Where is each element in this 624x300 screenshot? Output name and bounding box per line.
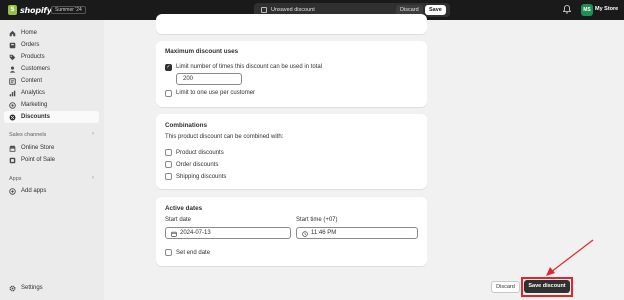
- sidebar-item-discounts[interactable]: Discounts: [4, 111, 99, 123]
- sidebar-item-label: Content: [21, 78, 43, 84]
- top-save-button[interactable]: Save: [425, 5, 446, 15]
- store-icon: [9, 145, 16, 152]
- sidebar-item-content[interactable]: Content: [4, 75, 99, 87]
- sidebar-item-marketing[interactable]: Marketing: [4, 99, 99, 111]
- sidebar-item-orders[interactable]: Orders: [4, 39, 99, 51]
- notification-bell-icon[interactable]: [563, 5, 571, 14]
- combinations-description: This product discount can be combined wi…: [165, 134, 284, 140]
- shipping-discounts-checkbox[interactable]: [165, 173, 172, 180]
- sidebar-item-label: Marketing: [21, 102, 48, 108]
- sidebar-item-label: Discounts: [21, 114, 51, 120]
- combinations-card: Combinations This product discount can b…: [156, 114, 427, 189]
- start-date-value: 2024-07-13: [180, 230, 211, 236]
- sidebar-item-label: Orders: [21, 42, 40, 48]
- target-icon: [9, 101, 16, 109]
- order-discounts-label[interactable]: Order discounts: [176, 162, 218, 168]
- start-time-label: Start time (+07): [296, 217, 338, 223]
- usage-limit-value: 200: [183, 76, 194, 82]
- sidebar-item-home[interactable]: Home: [4, 27, 99, 39]
- tag-icon: [9, 54, 16, 61]
- brand-name: shopify: [20, 5, 52, 15]
- product-discounts-label[interactable]: Product discounts: [176, 150, 224, 156]
- sidebar: Home Orders Products Customers Content A…: [0, 20, 104, 300]
- pos-icon: [9, 157, 16, 164]
- sidebar-item-analytics[interactable]: Analytics: [4, 87, 99, 99]
- apps-heading[interactable]: Apps: [9, 176, 22, 182]
- clock-icon: [302, 230, 308, 237]
- edition-badge[interactable]: Summer '24: [51, 6, 86, 14]
- calendar-icon: [171, 231, 177, 237]
- customer-eligibility-card: [156, 14, 427, 34]
- active-dates-card: Active dates Start date Start time (+07)…: [156, 197, 427, 266]
- person-icon: [9, 66, 16, 73]
- store-name[interactable]: My Store: [595, 6, 618, 12]
- chevron-right-icon[interactable]: ›: [92, 175, 94, 181]
- sidebar-item-add-apps[interactable]: Add apps: [4, 185, 99, 197]
- save-highlight-box: [521, 277, 573, 297]
- sidebar-item-label: Analytics: [21, 90, 46, 96]
- unsaved-message: Unsaved discount: [271, 7, 315, 13]
- content-icon: [9, 77, 16, 85]
- sidebar-item-label: Point of Sale: [21, 157, 56, 163]
- sidebar-item-label: Home: [21, 30, 38, 36]
- start-date-input[interactable]: 2024-07-13: [165, 227, 291, 239]
- sidebar-item-label: Add apps: [21, 188, 47, 194]
- gear-icon: [9, 285, 16, 292]
- chart-icon: [9, 90, 16, 97]
- start-date-label: Start date: [165, 217, 192, 223]
- red-arrow-annotation: [546, 239, 594, 276]
- limit-total-label[interactable]: Limit number of times this discount can …: [176, 64, 322, 70]
- sidebar-item-online-store[interactable]: Online Store: [4, 142, 99, 154]
- sidebar-item-label: Online Store: [21, 145, 55, 151]
- sidebar-item-label: Products: [21, 54, 45, 60]
- combinations-title: Combinations: [165, 122, 207, 129]
- sidebar-item-products[interactable]: Products: [4, 51, 99, 63]
- max-uses-card: Maximum discount uses ✓ Limit number of …: [156, 41, 427, 107]
- set-end-date-label[interactable]: Set end date: [176, 250, 210, 256]
- sidebar-item-point-of-sale[interactable]: Point of Sale: [4, 154, 99, 166]
- discard-button[interactable]: Discard: [491, 281, 520, 293]
- max-uses-title: Maximum discount uses: [165, 48, 239, 55]
- limit-total-checkbox[interactable]: ✓: [165, 64, 172, 71]
- sidebar-item-label: Customers: [21, 66, 51, 72]
- active-dates-title: Active dates: [165, 205, 203, 212]
- orders-icon: [9, 42, 16, 49]
- order-discounts-checkbox[interactable]: [165, 161, 172, 168]
- sidebar-item-label: Settings: [21, 285, 43, 291]
- sales-channels-heading[interactable]: Sales channels: [9, 132, 46, 138]
- shopify-logo[interactable]: S shopify: [8, 5, 52, 15]
- start-time-value: 11:46 PM: [311, 230, 337, 236]
- store-avatar[interactable]: MS: [581, 4, 593, 16]
- limit-per-customer-label[interactable]: Limit to one use per customer: [176, 90, 255, 96]
- usage-limit-input[interactable]: 200: [176, 73, 242, 85]
- shipping-discounts-label[interactable]: Shipping discounts: [176, 174, 226, 180]
- set-end-date-checkbox[interactable]: [165, 249, 172, 256]
- sidebar-item-settings[interactable]: Settings: [4, 282, 99, 294]
- unsaved-icon: [261, 7, 267, 13]
- discount-icon: [9, 114, 16, 121]
- chevron-right-icon[interactable]: ›: [92, 131, 94, 137]
- add-circle-icon: [9, 187, 16, 195]
- start-time-input[interactable]: 11:46 PM: [296, 227, 418, 239]
- shopify-bag-icon: S: [8, 5, 17, 15]
- product-discounts-checkbox[interactable]: [165, 149, 172, 156]
- sidebar-item-customers[interactable]: Customers: [4, 63, 99, 75]
- home-icon: [9, 30, 16, 37]
- limit-per-customer-checkbox[interactable]: [165, 90, 172, 97]
